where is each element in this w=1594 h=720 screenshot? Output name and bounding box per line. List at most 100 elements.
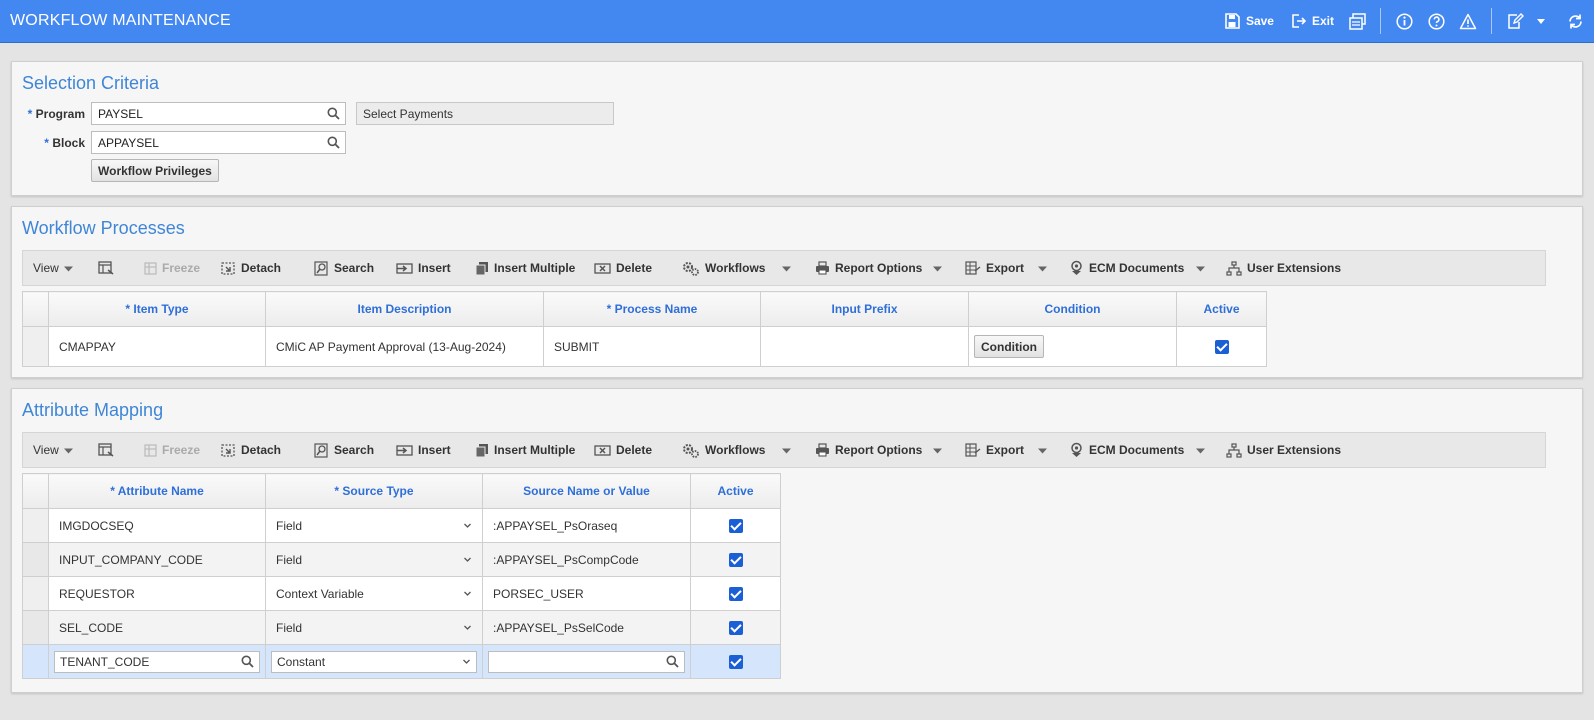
ecm-documents-dropdown-caret[interactable] — [1196, 251, 1205, 285]
refresh-icon[interactable] — [1566, 12, 1584, 30]
insert-multiple-button[interactable]: Insert Multiple — [475, 433, 575, 467]
active-checkbox[interactable] — [728, 654, 743, 669]
format-button[interactable] — [98, 433, 114, 467]
chevron-down-icon[interactable] — [1532, 12, 1550, 30]
insert-button[interactable]: Insert — [396, 433, 451, 467]
insert-multiple-button[interactable]: Insert Multiple — [475, 251, 575, 285]
table-row[interactable]: SEL_CODE Field :APPAYSEL_PsSelCode — [22, 610, 781, 645]
search-icon[interactable] — [241, 655, 254, 668]
attribute-name-cell[interactable]: INPUT_COMPANY_CODE — [48, 542, 266, 577]
process-name-cell[interactable]: SUBMIT — [543, 326, 761, 367]
row-selector[interactable] — [22, 610, 49, 645]
attribute-name-cell[interactable]: REQUESTOR — [48, 576, 266, 611]
workflows-menu[interactable]: Workflows — [682, 251, 765, 285]
attribute-name-cell[interactable]: SEL_CODE — [48, 610, 266, 645]
search-icon[interactable] — [327, 136, 340, 152]
source-value-cell[interactable]: :APPAYSEL_PsOraseq — [482, 508, 691, 543]
workflow-privileges-button[interactable]: Workflow Privileges — [91, 159, 219, 182]
column-header[interactable]: * Process Name — [543, 291, 761, 327]
program-field[interactable]: PAYSEL — [91, 102, 346, 125]
search-icon[interactable] — [666, 655, 679, 668]
row-selector[interactable] — [22, 542, 49, 577]
print-icon[interactable] — [1348, 12, 1366, 30]
ecm-documents-menu[interactable]: ECM Documents — [1069, 433, 1184, 467]
row-selector[interactable] — [22, 326, 49, 367]
attribute-name-cell[interactable]: IMGDOCSEQ — [48, 508, 266, 543]
table-row[interactable]: REQUESTOR Context Variable PORSEC_USER — [22, 576, 781, 611]
report-options-dropdown-caret[interactable] — [933, 433, 942, 467]
source-type-cell[interactable]: Field — [265, 508, 483, 543]
block-field[interactable]: APPAYSEL — [91, 131, 346, 154]
user-extensions-menu[interactable]: User Extensions — [1226, 251, 1341, 285]
detach-button[interactable]: Detach — [221, 251, 281, 285]
freeze-button[interactable]: Freeze — [144, 433, 200, 467]
condition-button[interactable]: Condition — [974, 335, 1044, 358]
delete-button[interactable]: Delete — [594, 433, 652, 467]
active-checkbox[interactable] — [728, 552, 743, 567]
search-icon[interactable] — [327, 107, 340, 123]
source-value-cell[interactable]: PORSEC_USER — [482, 576, 691, 611]
column-header[interactable]: * Item Type — [48, 291, 266, 327]
source-value-cell[interactable]: :APPAYSEL_PsCompCode — [482, 542, 691, 577]
view-menu[interactable]: View — [33, 433, 73, 467]
row-selector[interactable] — [22, 644, 49, 679]
column-header[interactable]: * Attribute Name — [48, 473, 266, 509]
source-value-input[interactable] — [488, 650, 685, 673]
active-checkbox[interactable] — [728, 586, 743, 601]
workflows-menu[interactable]: Workflows — [682, 433, 765, 467]
report-options-dropdown-caret[interactable] — [933, 251, 942, 285]
input-prefix-cell[interactable] — [760, 326, 969, 367]
column-header[interactable]: Input Prefix — [760, 291, 969, 327]
workflows-dropdown-caret[interactable] — [782, 251, 791, 285]
source-value-cell[interactable]: :APPAYSEL_PsSelCode — [482, 610, 691, 645]
row-selector[interactable] — [22, 508, 49, 543]
help-icon[interactable] — [1427, 12, 1445, 30]
source-type-cell[interactable]: Field — [265, 542, 483, 577]
format-button[interactable] — [98, 251, 114, 285]
exit-button[interactable]: Exit — [1290, 13, 1334, 29]
active-cell — [690, 576, 781, 611]
item-description-cell[interactable]: CMiC AP Payment Approval (13-Aug-2024) — [265, 326, 544, 367]
chevron-down-icon — [782, 266, 791, 271]
ecm-documents-menu[interactable]: ECM Documents — [1069, 251, 1184, 285]
item-type-cell[interactable]: CMAPPAY — [48, 326, 266, 367]
freeze-button[interactable]: Freeze — [144, 251, 200, 285]
search-button[interactable]: Search — [314, 251, 374, 285]
column-header[interactable]: Active — [690, 473, 781, 509]
report-options-menu[interactable]: Report Options — [815, 433, 922, 467]
export-dropdown-caret[interactable] — [1038, 251, 1047, 285]
search-button[interactable]: Search — [314, 433, 374, 467]
table-row[interactable]: CMAPPAY CMiC AP Payment Approval (13-Aug… — [22, 326, 1267, 367]
export-dropdown-caret[interactable] — [1038, 433, 1047, 467]
row-selector[interactable] — [22, 576, 49, 611]
user-extensions-menu[interactable]: User Extensions — [1226, 433, 1341, 467]
source-type-select[interactable]: Constant — [271, 650, 477, 673]
active-checkbox[interactable] — [728, 518, 743, 533]
info-icon[interactable] — [1395, 12, 1413, 30]
workflows-dropdown-caret[interactable] — [782, 433, 791, 467]
delete-button[interactable]: Delete — [594, 251, 652, 285]
export-menu[interactable]: Export — [965, 433, 1024, 467]
export-menu[interactable]: Export — [965, 251, 1024, 285]
save-button[interactable]: Save — [1224, 13, 1274, 29]
source-type-cell[interactable]: Field — [265, 610, 483, 645]
active-checkbox[interactable] — [728, 620, 743, 635]
edit-icon[interactable] — [1506, 12, 1524, 30]
column-header[interactable]: Condition — [968, 291, 1177, 327]
attribute-name-input[interactable]: TENANT_CODE — [54, 650, 260, 673]
table-row[interactable]: INPUT_COMPANY_CODE Field :APPAYSEL_PsCom… — [22, 542, 781, 577]
report-options-menu[interactable]: Report Options — [815, 251, 922, 285]
table-row-current[interactable]: TENANT_CODE Constant — [22, 644, 781, 679]
ecm-documents-dropdown-caret[interactable] — [1196, 433, 1205, 467]
view-menu[interactable]: View — [33, 251, 73, 285]
active-checkbox[interactable] — [1214, 339, 1229, 354]
column-header[interactable]: Active — [1176, 291, 1267, 327]
warning-icon[interactable] — [1459, 12, 1477, 30]
column-header[interactable]: * Source Type — [265, 473, 483, 509]
table-row[interactable]: IMGDOCSEQ Field :APPAYSEL_PsOraseq — [22, 508, 781, 543]
column-header[interactable]: Item Description — [265, 291, 544, 327]
detach-button[interactable]: Detach — [221, 433, 281, 467]
insert-button[interactable]: Insert — [396, 251, 451, 285]
source-type-cell[interactable]: Context Variable — [265, 576, 483, 611]
column-header[interactable]: Source Name or Value — [482, 473, 691, 509]
